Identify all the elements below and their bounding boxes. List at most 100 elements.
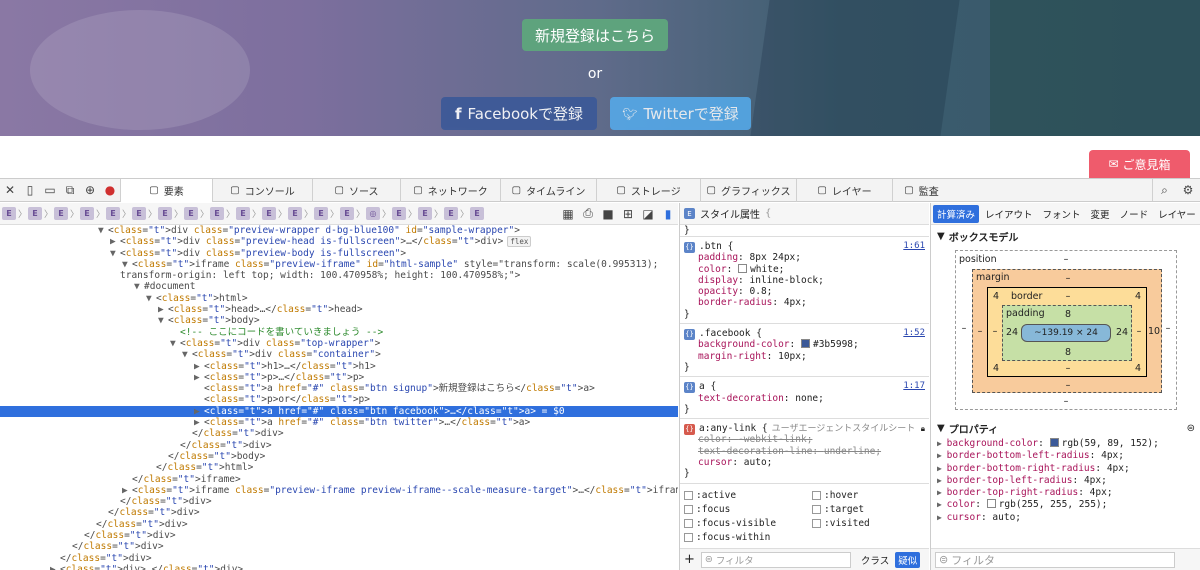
color-swatch[interactable]	[1049, 438, 1059, 447]
css-declaration[interactable]: background-color: #3b5998;	[684, 339, 925, 350]
flex-badge[interactable]: flex	[507, 236, 532, 248]
computed-property[interactable]: ▶ background-color: rgb(59, 89, 152);	[931, 438, 1200, 450]
dom-node[interactable]: <!-- ここにコードを書いていきましょう -->	[0, 327, 678, 338]
dom-node[interactable]: ▶ <class="t">head>…</class="t">head>	[0, 304, 678, 315]
dom-node[interactable]: <class="t">a href="#" class="btn signup"…	[0, 383, 678, 394]
pseudo-checkbox[interactable]: :hover	[812, 490, 929, 501]
dom-node[interactable]: </class="t">div>	[0, 428, 678, 439]
expand-triangle-icon[interactable]: ▶	[937, 439, 947, 448]
tab-elements[interactable]: ▢ 要素	[120, 178, 212, 202]
css-rule-a[interactable]: {} a {1:17 text-decoration: none;}	[680, 377, 929, 420]
add-rule-icon[interactable]: +	[684, 552, 695, 567]
tab-sources[interactable]: ▢ ソース	[312, 178, 400, 202]
properties-section-header[interactable]: ▼ プロパティ ⊜	[931, 417, 1200, 440]
side-tab[interactable]: レイアウト	[981, 205, 1037, 223]
css-declaration[interactable]: display: inline-block;	[684, 275, 925, 286]
disclosure-triangle-icon[interactable]: ▼	[122, 259, 132, 270]
computed-property[interactable]: ▶ color: rgb(255, 255, 255);	[931, 499, 1200, 511]
search-icon[interactable]: ⌕	[1152, 179, 1176, 201]
twitter-signup-button[interactable]: 🐦︎ Twitterで登録	[610, 97, 751, 130]
computed-filter-input[interactable]: ⊜ フィルタ	[935, 551, 1175, 568]
css-declaration[interactable]: color: white;	[684, 263, 925, 275]
disclosure-triangle-icon[interactable]: ▼	[98, 225, 108, 236]
side-tab[interactable]: ノード	[1116, 205, 1153, 223]
breadcrumb-element[interactable]: E	[28, 207, 42, 220]
css-declaration[interactable]: padding: 8px 24px;	[684, 252, 925, 263]
inspect-target-icon[interactable]: ⊕	[80, 179, 100, 201]
dom-node[interactable]: ▼ <class="t">div class="preview-body is-f…	[0, 248, 678, 259]
breadcrumb-element[interactable]: E	[314, 207, 328, 220]
disclosure-triangle-icon[interactable]: ▶	[110, 236, 120, 247]
dom-node[interactable]: ▼ <class="t">div class="container">	[0, 349, 678, 360]
breadcrumb-element[interactable]: E	[418, 207, 432, 220]
disclosure-triangle-icon[interactable]: ▶	[194, 417, 204, 428]
side-tab[interactable]: 変更	[1087, 205, 1114, 223]
grid-layout-icon[interactable]: ▦	[558, 203, 578, 225]
signup-button[interactable]: 新規登録はこちら	[522, 19, 668, 51]
grid-overlay-icon[interactable]: ⊞	[618, 203, 638, 225]
color-swatch[interactable]	[738, 263, 748, 273]
disclosure-triangle-icon[interactable]: ▶	[194, 372, 204, 383]
css-declaration[interactable]: border-radius: 4px;	[684, 297, 925, 308]
expand-triangle-icon[interactable]: ▶	[937, 464, 947, 473]
side-tab[interactable]: フォント	[1039, 205, 1085, 223]
compositing-icon[interactable]: ◪	[638, 203, 658, 225]
breadcrumb-element[interactable]: E	[288, 207, 302, 220]
dock-side-icon[interactable]: ⧉	[60, 179, 80, 201]
dom-node[interactable]: </class="t">div>	[0, 541, 678, 552]
breadcrumb-element[interactable]: E	[210, 207, 224, 220]
dom-node[interactable]: </class="t">div>	[0, 440, 678, 451]
disclosure-triangle-icon[interactable]: ▼	[110, 248, 120, 259]
breadcrumb-element[interactable]: E	[236, 207, 250, 220]
expand-triangle-icon[interactable]: ▶	[937, 451, 947, 460]
disclosure-triangle-icon[interactable]: ▶	[194, 406, 204, 417]
tab-timeline[interactable]: ▢ タイムライン	[500, 178, 596, 202]
dom-node[interactable]: <class="t">p>or</class="t">p>	[0, 394, 678, 405]
dom-node[interactable]: ▶ <class="t">h1>…</class="t">h1>	[0, 361, 678, 372]
dom-node[interactable]: ▼ #document	[0, 281, 678, 292]
dom-node[interactable]: </class="t">div>	[0, 496, 678, 507]
disclosure-triangle-icon[interactable]: ▶	[194, 361, 204, 372]
breadcrumb-element[interactable]: E	[132, 207, 146, 220]
dom-node[interactable]: </class="t">div>	[0, 553, 678, 564]
facebook-signup-button[interactable]: f Facebookで登録	[441, 97, 597, 130]
dom-node[interactable]: </class="t">iframe>	[0, 474, 678, 485]
breadcrumb-element[interactable]: E	[80, 207, 94, 220]
pseudo-checkbox[interactable]: :focus-within	[684, 532, 812, 543]
pseudo-checkbox[interactable]: :target	[812, 504, 929, 515]
breadcrumb-element[interactable]: E	[158, 207, 172, 220]
dom-node[interactable]: ▶ <class="t">div class="preview-head is-f…	[0, 236, 678, 248]
side-tab[interactable]: レイヤー	[1154, 205, 1200, 223]
dom-node[interactable]: ▼ <class="t">div class="preview-wrapper d…	[0, 225, 678, 236]
feedback-button[interactable]: ✉ ご意見箱	[1089, 150, 1190, 178]
computed-property[interactable]: ▶ cursor: auto;	[931, 512, 1200, 524]
error-icon[interactable]: ●	[100, 179, 120, 201]
breadcrumb-element[interactable]: E	[106, 207, 120, 220]
dom-node[interactable]: </class="t">body>	[0, 451, 678, 462]
pseudo-checkbox[interactable]: :focus	[684, 504, 812, 515]
css-declaration[interactable]: color: -webkit-link;	[684, 434, 925, 445]
dom-node[interactable]: ▶ <class="t">div>…</class="t">div>	[0, 564, 678, 570]
rule-source-link[interactable]: 1:61	[903, 241, 925, 251]
breadcrumb-element[interactable]: E	[54, 207, 68, 220]
sidebar-toggle-icon[interactable]: ▮	[658, 203, 678, 225]
dom-node[interactable]: transform-origin: left top; width: 100.4…	[0, 270, 678, 281]
tab-storage[interactable]: ▢ ストレージ	[596, 178, 700, 202]
dom-node[interactable]: </class="t">div>	[0, 519, 678, 530]
css-declaration[interactable]: text-decoration: none;	[684, 393, 925, 404]
disclosure-triangle-icon[interactable]: ▶	[50, 564, 60, 570]
dock-bottom-icon[interactable]: ▭	[40, 179, 60, 201]
css-declaration[interactable]: margin-right: 10px;	[684, 351, 925, 362]
computed-property[interactable]: ▶ border-top-right-radius: 4px;	[931, 487, 1200, 499]
dom-node-selected[interactable]: ▶ <class="t">a href="#" class="btn facebo…	[0, 405, 678, 418]
pseudo-checkbox[interactable]: :active	[684, 490, 812, 501]
dom-node[interactable]: </class="t">div>	[0, 530, 678, 541]
class-toggle[interactable]: クラス	[861, 553, 889, 567]
tab-graphics[interactable]: ▢ グラフィックス	[700, 178, 796, 202]
breadcrumb-element[interactable]: E	[470, 207, 484, 220]
pseudo-checkbox[interactable]: :visited	[812, 518, 929, 529]
breadcrumb-element[interactable]: ◎	[366, 207, 380, 220]
dom-node[interactable]: ▼ <class="t">iframe class="preview-iframe…	[0, 259, 678, 270]
disclosure-triangle-icon[interactable]: ▼	[170, 338, 180, 349]
dom-node[interactable]: ▼ <class="t">body>	[0, 315, 678, 326]
